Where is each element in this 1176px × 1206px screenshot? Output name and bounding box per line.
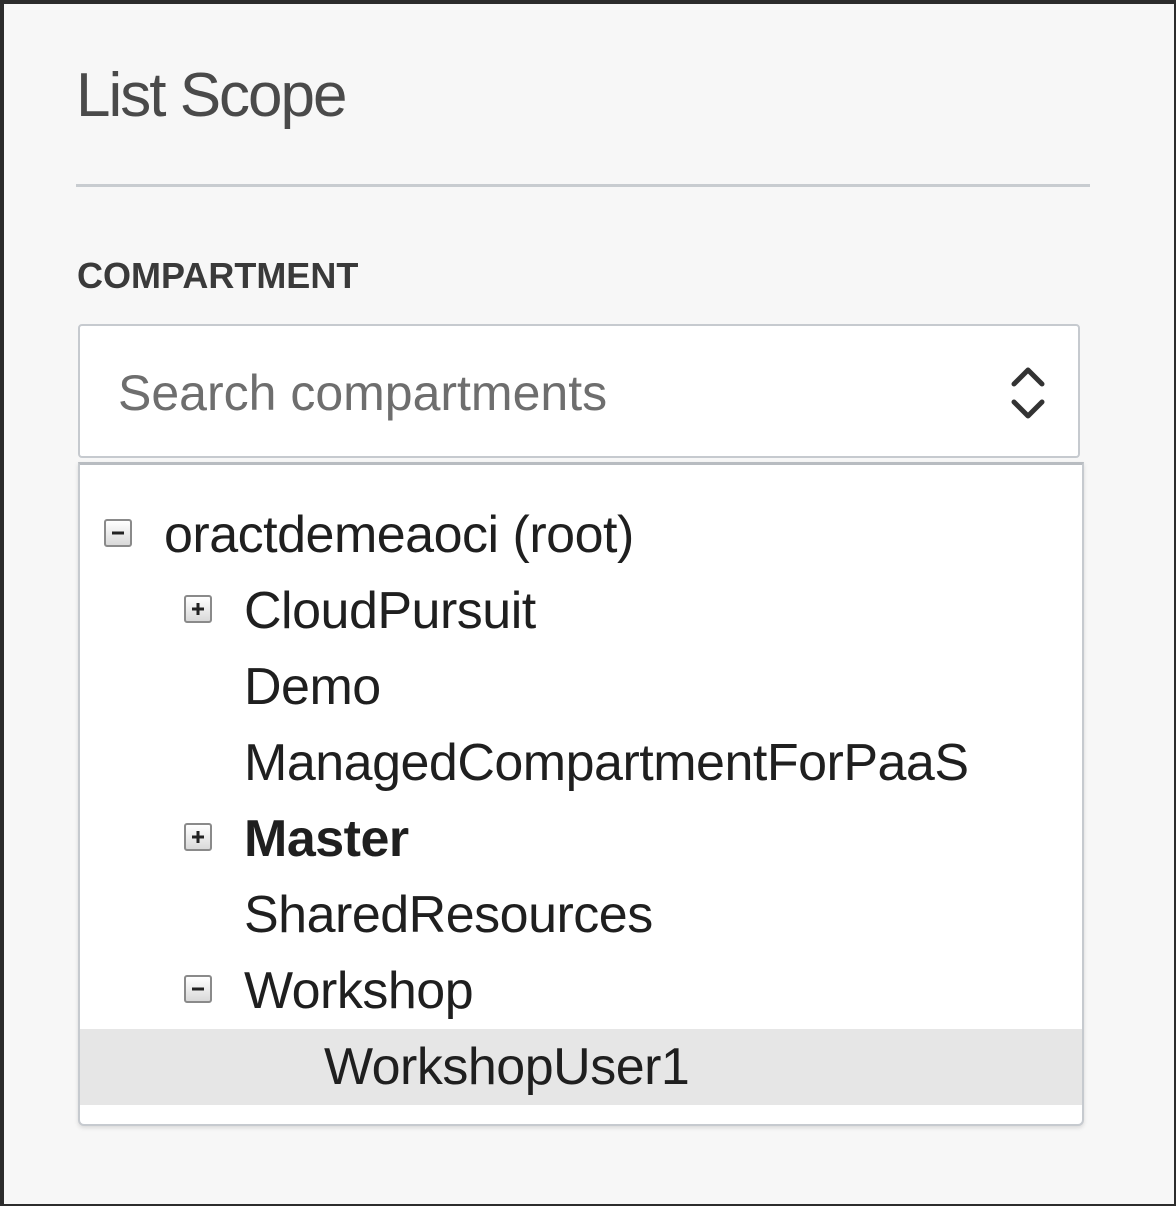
tree-item-label: oractdemeaoci (root) — [164, 506, 634, 564]
tree-item-demo[interactable]: Demo — [80, 649, 1082, 725]
plus-box-icon[interactable] — [184, 595, 212, 623]
tree-item-label: ManagedCompartmentForPaaS — [244, 734, 969, 792]
title-divider — [76, 184, 1090, 187]
minus-box-icon[interactable] — [104, 519, 132, 547]
tree-item-workshopuser1[interactable]: WorkshopUser1 — [80, 1029, 1082, 1105]
tree-item-sharedresources[interactable]: SharedResources — [80, 877, 1082, 953]
tree-item-label: Workshop — [244, 962, 474, 1020]
compartment-search-input[interactable] — [118, 364, 978, 422]
tree-item-label: WorkshopUser1 — [324, 1038, 690, 1096]
minus-box-icon[interactable] — [184, 975, 212, 1003]
compartment-select[interactable] — [78, 324, 1080, 458]
tree-item-label: Master — [244, 810, 409, 868]
tree-item-master[interactable]: Master — [80, 801, 1082, 877]
tree-item-workshop[interactable]: Workshop — [80, 953, 1082, 1029]
tree-item-root[interactable]: oractdemeaoci (root) — [80, 497, 1082, 573]
tree-item-label: SharedResources — [244, 886, 653, 944]
chevron-up-down-icon[interactable] — [1008, 362, 1048, 424]
tree-item-label: CloudPursuit — [244, 582, 536, 640]
tree-item-label: Demo — [244, 658, 381, 716]
panel-title: List Scope — [76, 61, 348, 130]
list-scope-panel: List Scope COMPARTMENT oractdemeaoci (ro… — [4, 4, 1174, 1204]
tree-item-cloudpursuit[interactable]: CloudPursuit — [80, 573, 1082, 649]
tree-item-managedcompartmentforpaas[interactable]: ManagedCompartmentForPaaS — [80, 725, 1082, 801]
compartment-label: COMPARTMENT — [77, 255, 359, 296]
compartment-tree-dropdown: oractdemeaoci (root) CloudPursuit Demo M… — [78, 462, 1084, 1126]
plus-box-icon[interactable] — [184, 823, 212, 851]
